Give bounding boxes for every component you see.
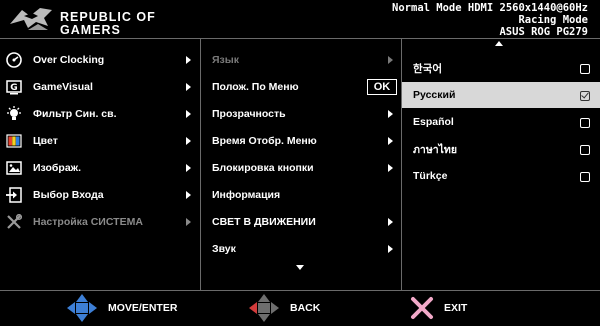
submenu-item-label: Полож. По Меню — [212, 81, 299, 93]
dpad-back-icon — [249, 294, 279, 322]
submenu-item-label: Звук — [212, 243, 236, 255]
rog-eye-icon — [10, 8, 52, 30]
menu-item-label: Настройка СИСТЕМА — [33, 216, 143, 228]
language-option-russian[interactable]: Русский — [402, 82, 600, 108]
dpad-move-icon — [67, 294, 97, 322]
exit-label: EXIT — [444, 302, 468, 314]
language-option-korean[interactable]: 한국어 — [402, 55, 600, 81]
menu-item-bluelight-filter[interactable]: Фильтр Син. св. — [0, 101, 198, 127]
ok-button[interactable]: OK — [367, 79, 397, 95]
submenu-item-label: Прозрачность — [212, 108, 286, 120]
language-label: Español — [413, 116, 454, 128]
submenu-item-label: СВЕТ В ДВИЖЕНИИ — [212, 216, 316, 228]
submenu-item-menu-position[interactable]: Полож. По Меню OK — [201, 74, 401, 100]
language-label: 한국어 — [413, 62, 442, 75]
checkbox[interactable] — [580, 64, 590, 74]
checkbox-checked[interactable] — [580, 91, 590, 101]
footer-divider — [0, 290, 600, 291]
menu-item-label: GameVisual — [33, 81, 93, 93]
language-list: 한국어 Русский Español ภาษาไทย Türkçe — [402, 39, 600, 290]
chevron-right-icon — [388, 164, 393, 172]
menu-item-overclocking[interactable]: Over Clocking — [0, 47, 198, 73]
submenu-item-menu-timeout[interactable]: Время Отобр. Меню — [201, 128, 401, 154]
menu-item-system-setup[interactable]: Настройка СИСТЕМА — [0, 209, 198, 235]
menu-item-label: Изображ. — [33, 162, 82, 174]
chevron-right-icon — [186, 110, 191, 118]
chevron-right-icon — [186, 56, 191, 64]
language-option-spanish[interactable]: Español — [402, 109, 600, 135]
wrench-icon — [7, 214, 22, 229]
close-icon — [411, 297, 433, 319]
submenu-item-language[interactable]: Язык — [201, 47, 401, 73]
language-option-thai[interactable]: ภาษาไทย — [402, 136, 600, 162]
submenu-item-sound[interactable]: Звук — [201, 236, 401, 262]
chevron-right-icon — [186, 218, 191, 226]
language-label: ภาษาไทย — [413, 143, 457, 156]
language-label: Türkçe — [413, 170, 448, 182]
move-enter-label: MOVE/ENTER — [108, 302, 178, 314]
back-label: BACK — [290, 302, 321, 314]
menu-item-label: Over Clocking — [33, 54, 105, 66]
main-menu: Over Clocking G GameVisual Фильтр Син. с… — [0, 39, 198, 290]
submenu-item-information[interactable]: Информация — [201, 182, 401, 208]
back-hint: BACK — [248, 293, 320, 323]
menu-item-label: Фильтр Син. св. — [33, 108, 117, 120]
exit-hint: EXIT — [410, 293, 467, 323]
brand-line-1: REPUBLIC OF — [60, 10, 156, 24]
chevron-right-icon — [388, 137, 393, 145]
rog-logo: REPUBLIC OF GAMERS — [8, 4, 198, 37]
menu-item-gamevisual[interactable]: G GameVisual — [0, 74, 198, 100]
checkbox[interactable] — [580, 118, 590, 128]
chevron-right-icon — [388, 218, 393, 226]
submenu-item-label: Язык — [212, 54, 239, 66]
system-submenu: Язык Полож. По Меню OK Прозрачность Врем… — [200, 39, 402, 290]
bulb-icon — [7, 106, 21, 120]
submenu-item-label: Время Отобр. Меню — [212, 135, 317, 147]
language-label: Русский — [413, 89, 456, 101]
menu-item-label: Выбор Входа — [33, 189, 104, 201]
svg-text:G: G — [10, 83, 17, 93]
brand-line-2: GAMERS — [60, 23, 121, 37]
chevron-right-icon — [186, 83, 191, 91]
osd-menu: REPUBLIC OF GAMERS Normal Mode HDMI 2560… — [0, 0, 600, 326]
status-info: Normal Mode HDMI 2560x1440@60Hz Racing M… — [392, 2, 588, 38]
checkbox[interactable] — [580, 172, 590, 182]
chevron-right-icon — [388, 245, 393, 253]
submenu-item-light-in-motion[interactable]: СВЕТ В ДВИЖЕНИИ — [201, 209, 401, 235]
menu-item-input-select[interactable]: Выбор Входа — [0, 182, 198, 208]
checkbox[interactable] — [580, 145, 590, 155]
submenu-item-label: Информация — [212, 189, 281, 201]
menu-item-label: Цвет — [33, 135, 58, 147]
submenu-item-transparency[interactable]: Прозрачность — [201, 101, 401, 127]
speedometer-icon — [6, 52, 22, 68]
scroll-down-icon[interactable] — [296, 265, 304, 270]
chevron-right-icon — [388, 56, 393, 64]
chevron-right-icon — [186, 191, 191, 199]
menu-item-image[interactable]: Изображ. — [0, 155, 198, 181]
submenu-item-key-lock[interactable]: Блокировка кнопки — [201, 155, 401, 181]
color-palette-icon — [6, 134, 22, 148]
chevron-right-icon — [186, 164, 191, 172]
status-line-mode-signal: Normal Mode HDMI 2560x1440@60Hz — [392, 2, 588, 14]
language-option-turkish[interactable]: Türkçe — [402, 163, 600, 189]
status-line-preset: Racing Mode — [518, 14, 588, 26]
input-icon — [6, 187, 22, 203]
chevron-right-icon — [186, 137, 191, 145]
gamevisual-icon: G — [6, 80, 22, 95]
picture-icon — [6, 161, 22, 175]
chevron-right-icon — [388, 110, 393, 118]
menu-item-color[interactable]: Цвет — [0, 128, 198, 154]
move-enter-hint: MOVE/ENTER — [66, 293, 177, 323]
status-line-model: ASUS ROG PG279 — [499, 26, 588, 38]
submenu-item-label: Блокировка кнопки — [212, 162, 314, 174]
